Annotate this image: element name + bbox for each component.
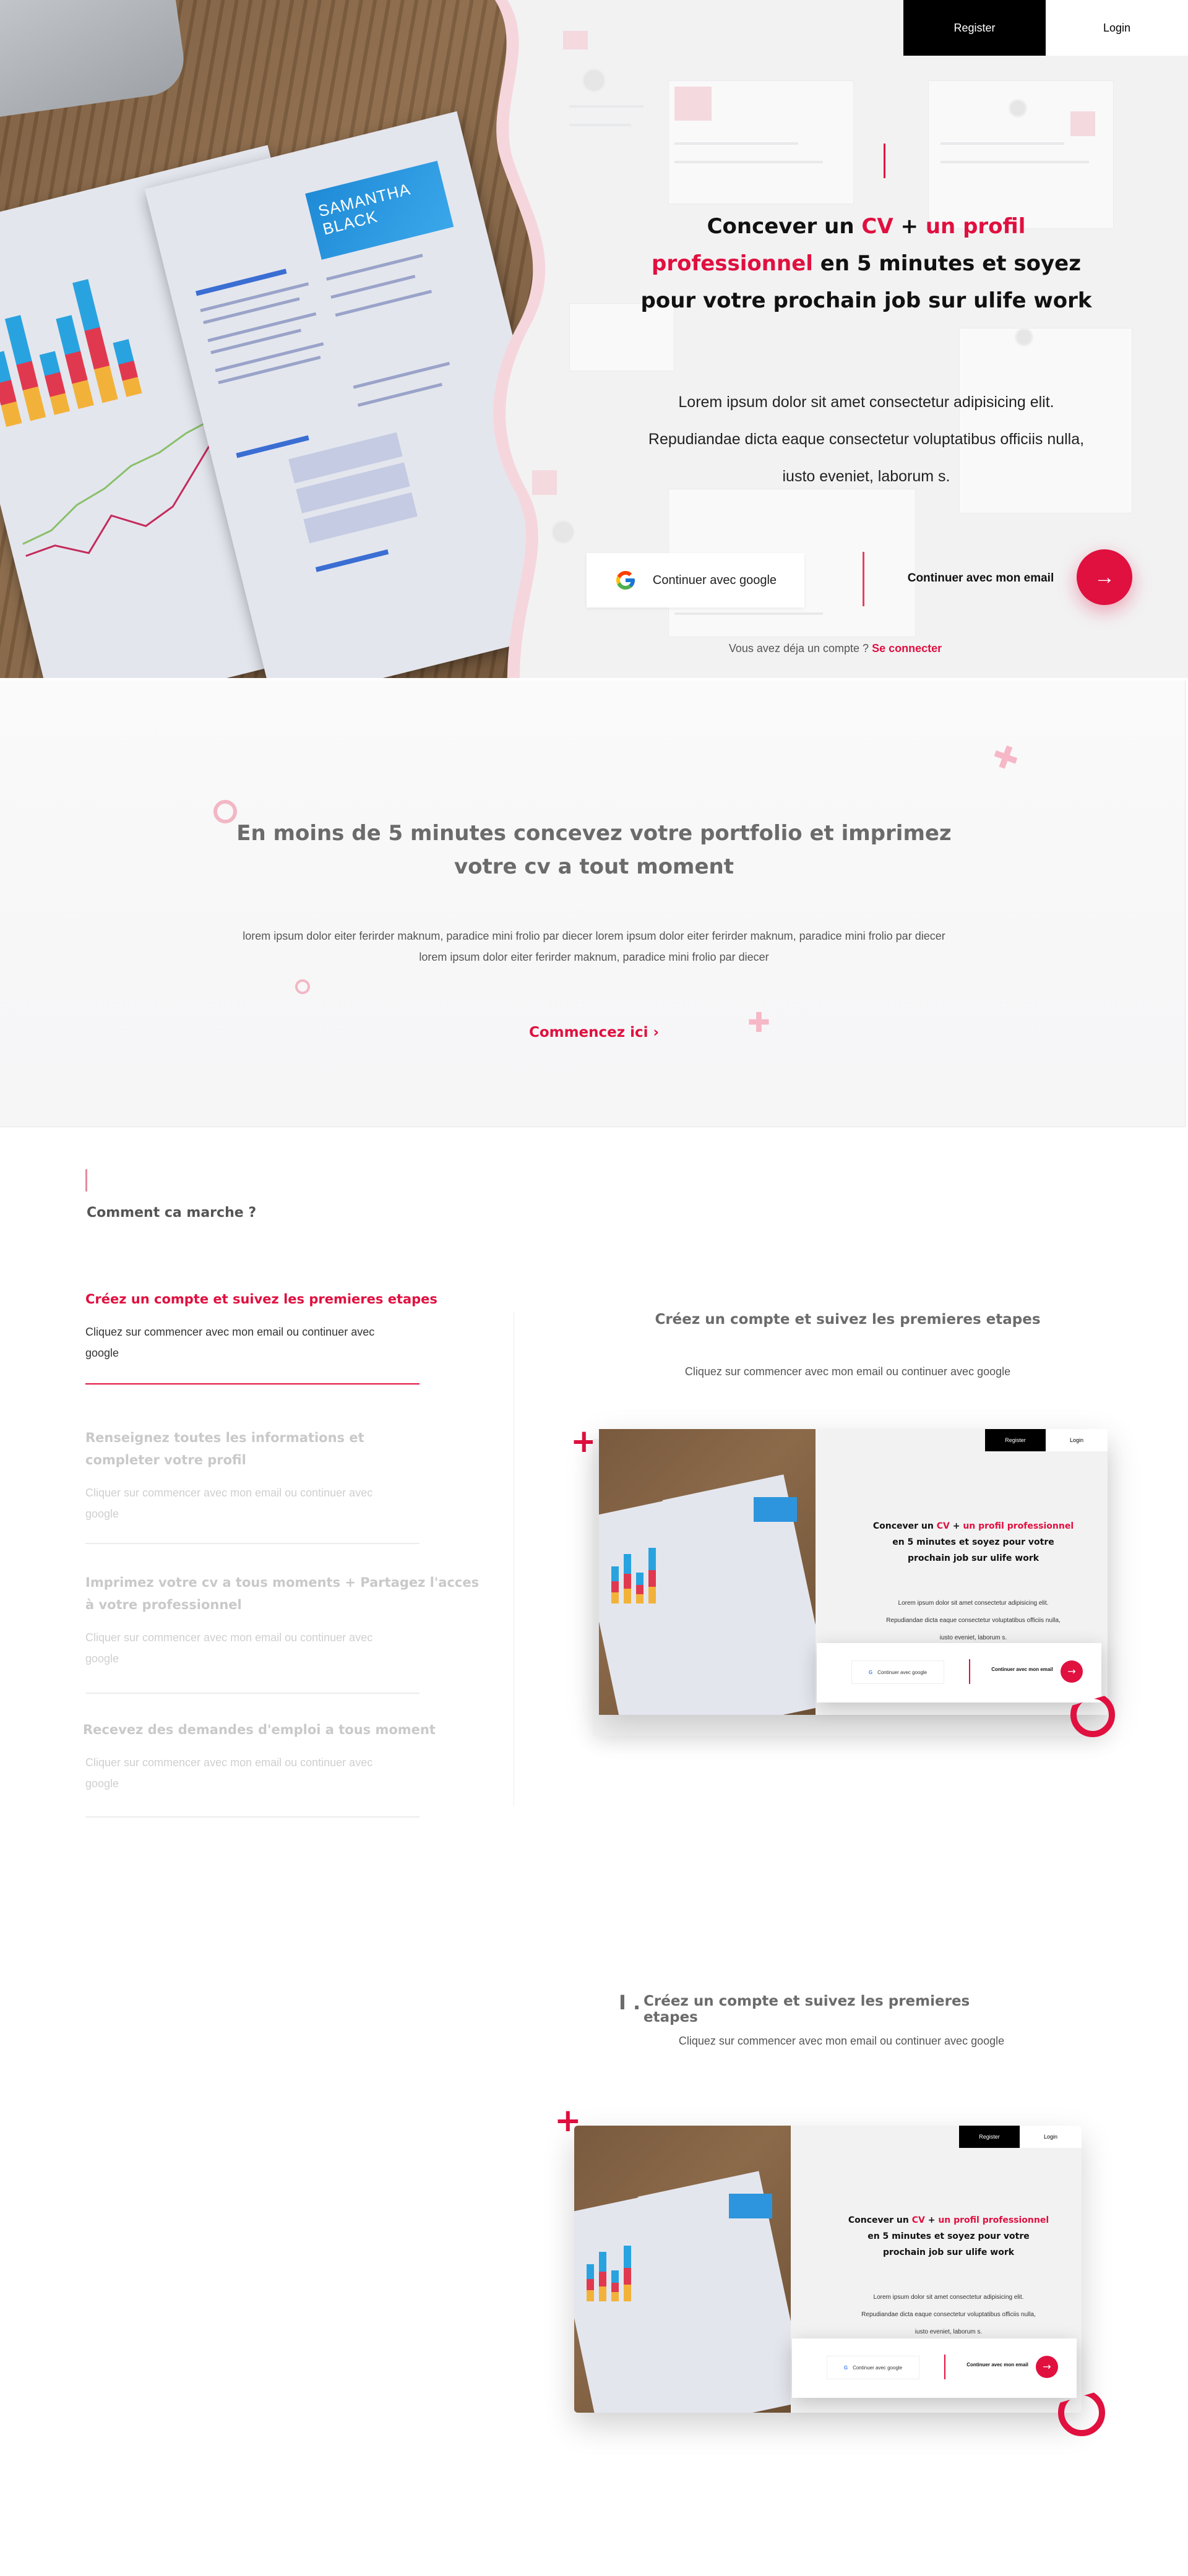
intro-title: En moins de 5 minutes concevez votre por…	[236, 821, 952, 879]
step-4[interactable]: Recevez des demandes d'emploi a tous mom…	[83, 1719, 479, 1794]
login-button[interactable]: Login	[1046, 0, 1188, 56]
detail2-title: Créez un compte et suivez les premieres …	[644, 1993, 970, 2025]
intro-text: lorem ipsum dolor eiter ferirder maknum,…	[243, 930, 945, 963]
hero-section: SAMANTHA BLACK Register Login Concever u…	[0, 0, 1188, 678]
mini-floating-login-card-1: G Continuer avec google Continuer avec mo…	[817, 1643, 1101, 1702]
hero-title: Concever un CV + un profil professionnel…	[640, 214, 1092, 313]
step-4-rule	[85, 1816, 420, 1818]
continue-google-button[interactable]: Continuer avec google	[587, 553, 804, 608]
mini-floating-login-card-2: G Continuer avec google Continuer avec mo…	[792, 2338, 1077, 2398]
step-1-active-rule	[85, 1383, 420, 1385]
step-1[interactable]: Créez un compte et suivez les premieres …	[85, 1288, 481, 1363]
step-1-text: Cliquez sur commencer avec mon email ou …	[85, 1326, 375, 1359]
continue-email-button[interactable]: Continuer avec mon email	[891, 557, 1070, 600]
se-connecter-link[interactable]: Se connecter	[872, 642, 942, 655]
resume-bar-chart	[0, 254, 192, 428]
step-3-rule	[85, 1693, 420, 1694]
step-1-title: Créez un compte et suivez les premieres …	[85, 1292, 437, 1307]
step-4-text: Cliquer sur commencer avec mon email ou …	[85, 1756, 373, 1790]
hero-accent-line	[884, 144, 885, 178]
google-logo-icon	[616, 571, 635, 590]
plus-decoration-icon: ✚	[747, 1007, 770, 1039]
step-2[interactable]: Renseignez toutes les informations et co…	[85, 1427, 481, 1524]
step-4-title: Recevez des demandes d'emploi a tous mom…	[83, 1722, 436, 1737]
how-heading: Comment ca marche ?	[87, 1205, 257, 1221]
resume-name-banner: SAMANTHA BLACK	[305, 160, 454, 260]
step-2-title: Renseignez toutes les informations et co…	[85, 1430, 364, 1467]
step-3-text: Cliquer sur commencer avec mon email ou …	[85, 1631, 373, 1665]
how-accent-line	[85, 1169, 87, 1191]
arrow-right-icon[interactable]: →	[1077, 549, 1132, 605]
intro-section: ✚ ✚ En moins de 5 minutes concevez votre…	[0, 680, 1186, 1127]
google-button-label: Continuer avec google	[652, 573, 777, 587]
step-3-title: Imprimez votre cv a tous moments + Parta…	[85, 1575, 480, 1612]
hero-resume-photo: SAMANTHA BLACK	[0, 0, 544, 678]
detail-text: Cliquez sur commencer avec mon email ou …	[684, 1365, 1011, 1378]
detail-title: Créez un compte et suivez les premieres …	[655, 1312, 1041, 1328]
step-3[interactable]: Imprimez votre cv a tous moments + Parta…	[85, 1571, 481, 1669]
step-number: I .	[619, 1991, 641, 2014]
step-2-rule	[85, 1543, 420, 1544]
commencez-ici-link[interactable]: Commencez ici ›	[495, 1024, 693, 1041]
buttons-separator	[863, 552, 864, 606]
detail2-text: Cliquez sur commencer avec mon email ou …	[678, 2035, 1005, 2047]
x-decoration-icon: ✚	[987, 736, 1024, 779]
small-ring-icon	[295, 979, 310, 994]
step-2-text: Cliquer sur commencer avec mon email ou …	[85, 1487, 373, 1520]
login-prompt: Vous avez déja un compte ? Se connecter	[728, 642, 942, 655]
hero-description: Lorem ipsum dolor sit amet consectetur a…	[648, 393, 1085, 485]
register-button[interactable]: Register	[903, 0, 1046, 56]
